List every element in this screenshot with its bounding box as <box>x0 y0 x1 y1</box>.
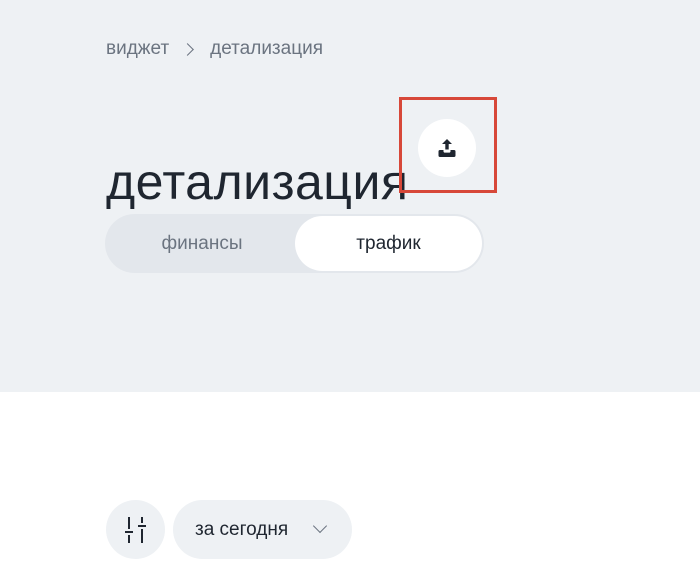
tab-finance[interactable]: финансы <box>107 216 297 271</box>
filter-button[interactable] <box>106 500 165 559</box>
export-button[interactable] <box>418 119 476 177</box>
tabs: финансы трафик <box>105 214 484 273</box>
breadcrumb: виджет детализация <box>106 38 323 60</box>
tab-traffic[interactable]: трафик <box>295 216 482 271</box>
breadcrumb-item-widget[interactable]: виджет <box>106 38 169 60</box>
chevron-right-icon <box>181 42 195 56</box>
period-select[interactable]: за сегодня <box>173 500 352 559</box>
upload-icon <box>438 139 456 157</box>
page: виджет детализация детализация финансы т… <box>0 0 700 564</box>
header-section: виджет детализация детализация финансы т… <box>0 0 700 392</box>
chevron-down-icon <box>312 518 328 534</box>
page-title: детализация <box>106 153 409 210</box>
breadcrumb-item-current: детализация <box>210 38 323 59</box>
sliders-icon <box>124 516 146 543</box>
period-select-value: за сегодня <box>195 518 289 540</box>
